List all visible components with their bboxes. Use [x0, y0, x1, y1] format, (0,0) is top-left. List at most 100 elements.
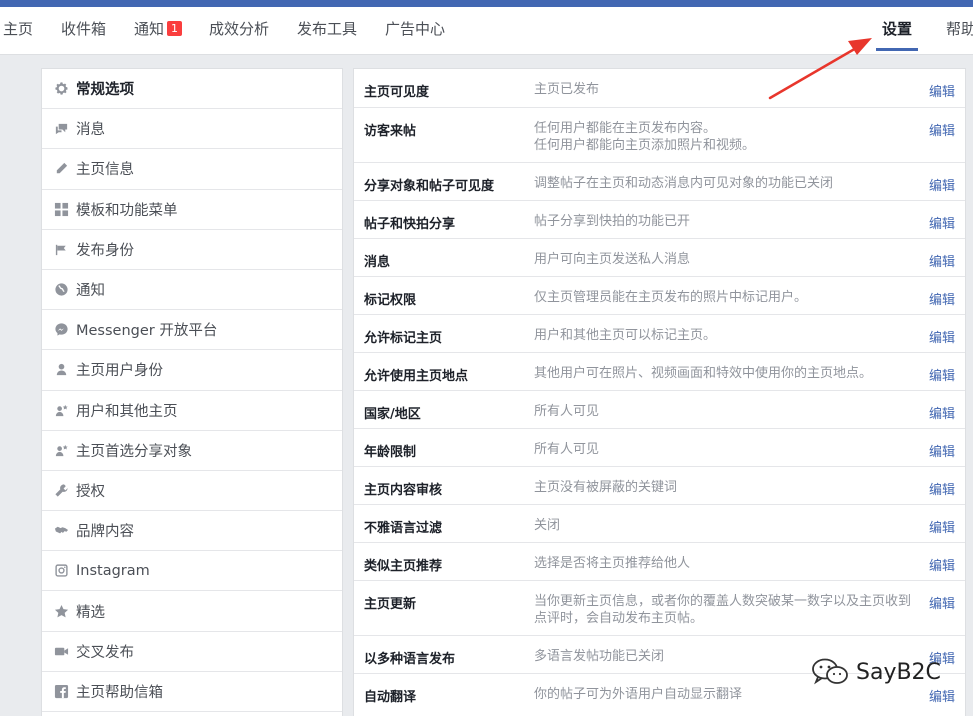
setting-value: 其他用户可在照片、视频画面和特效中使用你的主页地点。	[534, 366, 873, 381]
edit-link[interactable]: 编辑	[929, 365, 955, 384]
edit-link[interactable]: 编辑	[929, 555, 955, 574]
tab-label: 通知	[134, 20, 165, 38]
settings-row-country-restrictions[interactable]: 国家/地区 所有人可见 编辑	[354, 391, 965, 429]
tab-publishing-tools[interactable]: 发布工具	[297, 7, 357, 55]
person-star-icon	[53, 442, 69, 458]
top-brand-strip	[0, 0, 973, 7]
sidebar-item-messenger-platform[interactable]: Messenger 开放平台	[42, 310, 342, 351]
edit-link[interactable]: 编辑	[929, 517, 955, 536]
edit-link[interactable]: 编辑	[929, 479, 955, 498]
setting-label: 类似主页推荐	[364, 559, 443, 574]
sidebar-item-label: Instagram	[76, 562, 150, 579]
sidebar-item-label: 主页首选分享对象	[76, 443, 192, 460]
settings-row-profanity-filter[interactable]: 不雅语言过滤 关闭 编辑	[354, 505, 965, 543]
sidebar-item-branded-content[interactable]: 品牌内容	[42, 511, 342, 552]
edit-link[interactable]: 编辑	[929, 403, 955, 422]
star-icon	[53, 603, 69, 619]
message-icon	[53, 121, 69, 137]
setting-value: 当你更新主页信息，或者你的覆盖人数突破某一数字以及主页收到点评时，会自动发布主页…	[534, 594, 912, 626]
edit-link[interactable]: 编辑	[929, 175, 955, 194]
sidebar-item-page-roles[interactable]: 主页用户身份	[42, 350, 342, 391]
tab-label: 收件箱	[61, 20, 107, 38]
tab-ad-center[interactable]: 广告中心	[385, 7, 445, 55]
watermark-text: SayB2C	[856, 659, 941, 685]
edit-link[interactable]: 编辑	[929, 81, 955, 100]
settings-row-others-tagging[interactable]: 允许标记主页 用户和其他主页可以标记主页。 编辑	[354, 315, 965, 353]
edit-link[interactable]: 编辑	[929, 327, 955, 346]
tab-label: 帮助	[946, 20, 973, 38]
setting-value: 主页已发布	[534, 82, 600, 97]
settings-row-page-updates[interactable]: 主页更新 当你更新主页信息，或者你的覆盖人数突破某一数字以及主页收到点评时，会自…	[354, 581, 965, 636]
tab-inbox[interactable]: 收件箱	[61, 7, 106, 55]
settings-row-story-sharing[interactable]: 帖子和快拍分享 帖子分享到快拍的功能已开 编辑	[354, 201, 965, 239]
edit-link[interactable]: 编辑	[929, 213, 955, 232]
tab-settings[interactable]: 设置	[875, 7, 919, 55]
sidebar-item-label: 主页帮助信箱	[76, 684, 163, 701]
sidebar-item-label: 主页信息	[76, 162, 134, 179]
sidebar-item-preferred-audience[interactable]: 主页首选分享对象	[42, 431, 342, 471]
sidebar-item-templates[interactable]: 模板和功能菜单	[42, 190, 342, 230]
sidebar-item-label: 模板和功能菜单	[76, 202, 178, 219]
setting-label: 帖子和快拍分享	[364, 217, 456, 232]
settings-row-audience-visibility[interactable]: 分享对象和帖子可见度 调整帖子在主页和动态消息内可见对象的功能已关闭 编辑	[354, 163, 965, 201]
settings-row-age-restrictions[interactable]: 年龄限制 所有人可见 编辑	[354, 429, 965, 467]
settings-row-page-visibility[interactable]: 主页可见度 主页已发布 编辑	[354, 69, 965, 108]
edit-link[interactable]: 编辑	[929, 251, 955, 270]
settings-row-similar-pages[interactable]: 类似主页推荐 选择是否将主页推荐给他人 编辑	[354, 543, 965, 581]
tab-label: 成效分析	[209, 20, 270, 38]
wechat-icon	[812, 658, 848, 685]
sidebar-item-messages[interactable]: 消息	[42, 109, 342, 150]
sidebar-item-label: 通知	[76, 283, 105, 300]
edit-link[interactable]: 编辑	[929, 289, 955, 308]
tab-help[interactable]: 帮助	[946, 7, 973, 55]
setting-value: 任何用户都能在主页发布内容。 任何用户都能向主页添加照片和视频。	[534, 121, 756, 153]
grid-icon	[53, 201, 69, 217]
sidebar-item-publish-identity[interactable]: 发布身份	[42, 230, 342, 270]
edit-link[interactable]: 编辑	[929, 120, 955, 139]
edit-link[interactable]: 编辑	[929, 593, 955, 612]
settings-row-tagging[interactable]: 标记权限 仅主页管理员能在主页发布的照片中标记用户。 编辑	[354, 277, 965, 315]
gear-icon	[53, 81, 69, 97]
setting-label: 允许使用主页地点	[364, 369, 469, 384]
messenger-icon	[53, 322, 69, 338]
sidebar-item-label: 发布身份	[76, 242, 134, 259]
settings-row-messages[interactable]: 消息 用户可向主页发送私人消息 编辑	[354, 239, 965, 277]
setting-value: 选择是否将主页推荐给他人	[534, 556, 691, 571]
sidebar-item-page-info[interactable]: 主页信息	[42, 149, 342, 190]
edit-link[interactable]: 编辑	[929, 441, 955, 460]
sidebar-item-people-and-pages[interactable]: 用户和其他主页	[42, 391, 342, 431]
sidebar-item-label: 用户和其他主页	[76, 403, 178, 420]
tab-insights[interactable]: 成效分析	[209, 7, 269, 55]
sidebar-item-label: Messenger 开放平台	[76, 323, 218, 340]
person-star-icon	[53, 402, 69, 418]
settings-row-page-moderation[interactable]: 主页内容审核 主页没有被屏蔽的关键词 编辑	[354, 467, 965, 505]
tab-notifications[interactable]: 通知 1	[134, 7, 183, 55]
setting-value: 所有人可见	[534, 442, 600, 457]
tab-label: 设置	[882, 20, 913, 38]
pencil-icon	[53, 161, 69, 177]
setting-label: 主页可见度	[364, 85, 430, 100]
sidebar-item-notifications[interactable]: 通知	[42, 270, 342, 311]
sidebar-item-authorization[interactable]: 授权	[42, 471, 342, 512]
setting-label: 主页内容审核	[364, 483, 443, 498]
setting-label: 标记权限	[364, 293, 417, 308]
setting-value: 主页没有被屏蔽的关键词	[534, 480, 678, 495]
setting-label: 以多种语言发布	[364, 652, 456, 667]
instagram-icon	[53, 563, 69, 579]
sidebar-item-featured[interactable]: 精选	[42, 591, 342, 632]
setting-value: 关闭	[534, 518, 561, 533]
sidebar-item-crossposting[interactable]: 交叉发布	[42, 632, 342, 672]
notification-badge: 1	[167, 21, 183, 36]
facebook-icon	[53, 683, 69, 699]
sidebar-item-instagram[interactable]: Instagram	[42, 551, 342, 592]
sidebar-item-label: 精选	[76, 604, 105, 621]
sidebar-item-support-inbox[interactable]: 主页帮助信箱	[42, 672, 342, 712]
settings-row-visitor-posts[interactable]: 访客来帖 任何用户都能在主页发布内容。 任何用户都能向主页添加照片和视频。 编辑	[354, 108, 965, 163]
page-tab-bar: 主页 收件箱 通知 1 成效分析 发布工具 广告中心 设置 帮助	[0, 7, 973, 55]
sidebar-item-general[interactable]: 常规选项	[42, 69, 342, 110]
setting-label: 访客来帖	[364, 124, 417, 139]
sidebar-item-label: 品牌内容	[76, 524, 134, 541]
setting-label: 消息	[364, 255, 391, 270]
tab-home[interactable]: 主页	[3, 7, 33, 55]
settings-row-page-location[interactable]: 允许使用主页地点 其他用户可在照片、视频画面和特效中使用你的主页地点。 编辑	[354, 353, 965, 391]
